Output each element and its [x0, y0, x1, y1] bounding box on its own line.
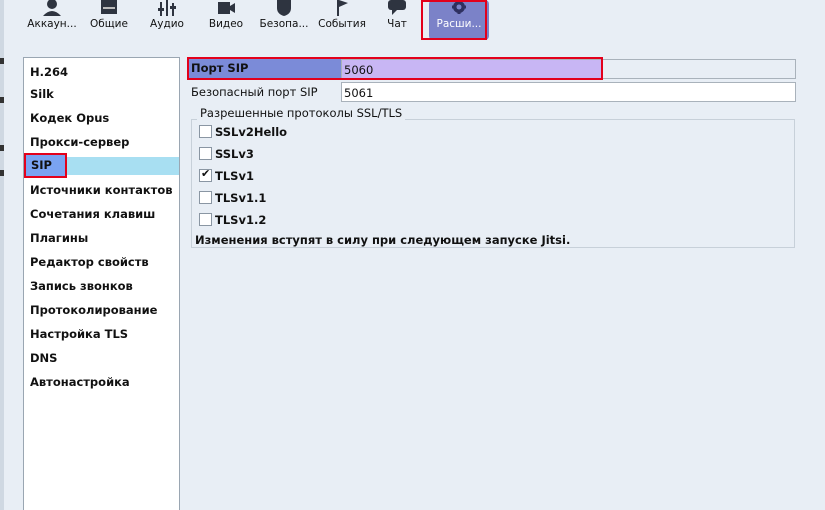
nav-item-property-editor[interactable]: Редактор свойств — [30, 253, 149, 271]
nav-item-dns[interactable]: DNS — [30, 349, 57, 367]
checkbox-box[interactable] — [199, 213, 212, 226]
tab-accounts[interactable]: Аккаун... — [24, 0, 80, 40]
nav-item-plugins[interactable]: Плагины — [30, 229, 88, 247]
checkmark-icon: ✔ — [201, 167, 211, 180]
user-icon — [43, 0, 61, 16]
tab-audio[interactable]: Аудио — [146, 0, 188, 40]
tab-security[interactable]: Безопа... — [256, 0, 312, 40]
sip-port-highlight-box — [187, 57, 603, 80]
nav-item-silk[interactable]: Silk — [30, 85, 54, 103]
tab-general[interactable]: Общие — [86, 0, 132, 40]
restart-note: Изменения вступят в силу при следующем з… — [195, 233, 571, 247]
flag-icon — [337, 0, 348, 16]
nav-item-contact-sources[interactable]: Источники контактов — [30, 181, 173, 199]
tab-video[interactable]: Видео — [204, 0, 248, 40]
checkbox-box[interactable] — [199, 147, 212, 160]
nav-item-autoconfig[interactable]: Автонастройка — [30, 373, 130, 391]
sip-settings-panel: Порт SIP 5060 Безопасный порт SIP 5061 Р… — [185, 57, 801, 510]
nav-item-sip[interactable]: SIP — [24, 153, 67, 178]
window-edge — [0, 0, 4, 510]
nav-item-h264[interactable]: H.264 — [30, 63, 68, 81]
checkbox-tlsv12[interactable]: TLSv1.2 — [199, 212, 266, 228]
nav-item-tls-settings[interactable]: Настройка TLS — [30, 325, 128, 343]
audio-icon — [158, 0, 176, 16]
chat-icon — [388, 0, 406, 15]
checkbox-box[interactable]: ✔ — [199, 167, 212, 182]
security-icon — [277, 0, 291, 16]
nav-item-logging[interactable]: Протоколирование — [30, 301, 157, 319]
checkbox-tlsv11[interactable]: TLSv1.1 — [199, 190, 266, 206]
checkbox-box[interactable] — [199, 191, 212, 204]
nav-item-hotkeys[interactable]: Сочетания клавиш — [30, 205, 155, 223]
checkbox-tlsv1[interactable]: ✔ TLSv1 — [199, 167, 254, 184]
checkbox-sslv3[interactable]: SSLv3 — [199, 146, 254, 162]
secure-port-label: Безопасный порт SIP — [191, 85, 318, 99]
secure-port-field[interactable]: 5061 — [341, 82, 796, 102]
nav-item-call-recording[interactable]: Запись звонков — [30, 277, 133, 295]
advanced-tab-highlight — [421, 0, 487, 40]
secure-port-value: 5061 — [344, 86, 374, 100]
nav-item-opus[interactable]: Кодек Opus — [30, 109, 109, 127]
nav-item-proxy[interactable]: Прокси-сервер — [30, 133, 129, 151]
settings-category-list[interactable]: H.264 Silk Кодек Opus Прокси-сервер SIP … — [23, 57, 180, 510]
general-icon — [101, 0, 117, 14]
checkbox-box[interactable] — [199, 125, 212, 138]
checkbox-sslv2hello[interactable]: SSLv2Hello — [199, 124, 287, 140]
tab-chat[interactable]: Чат — [382, 0, 412, 40]
protocols-title: Разрешенные протоколы SSL/TLS — [197, 106, 406, 120]
tab-events[interactable]: События — [316, 0, 368, 40]
video-icon — [218, 2, 235, 14]
settings-toolbar: Аккаун... Общие Аудио Видео Безопа... Со… — [6, 0, 825, 40]
